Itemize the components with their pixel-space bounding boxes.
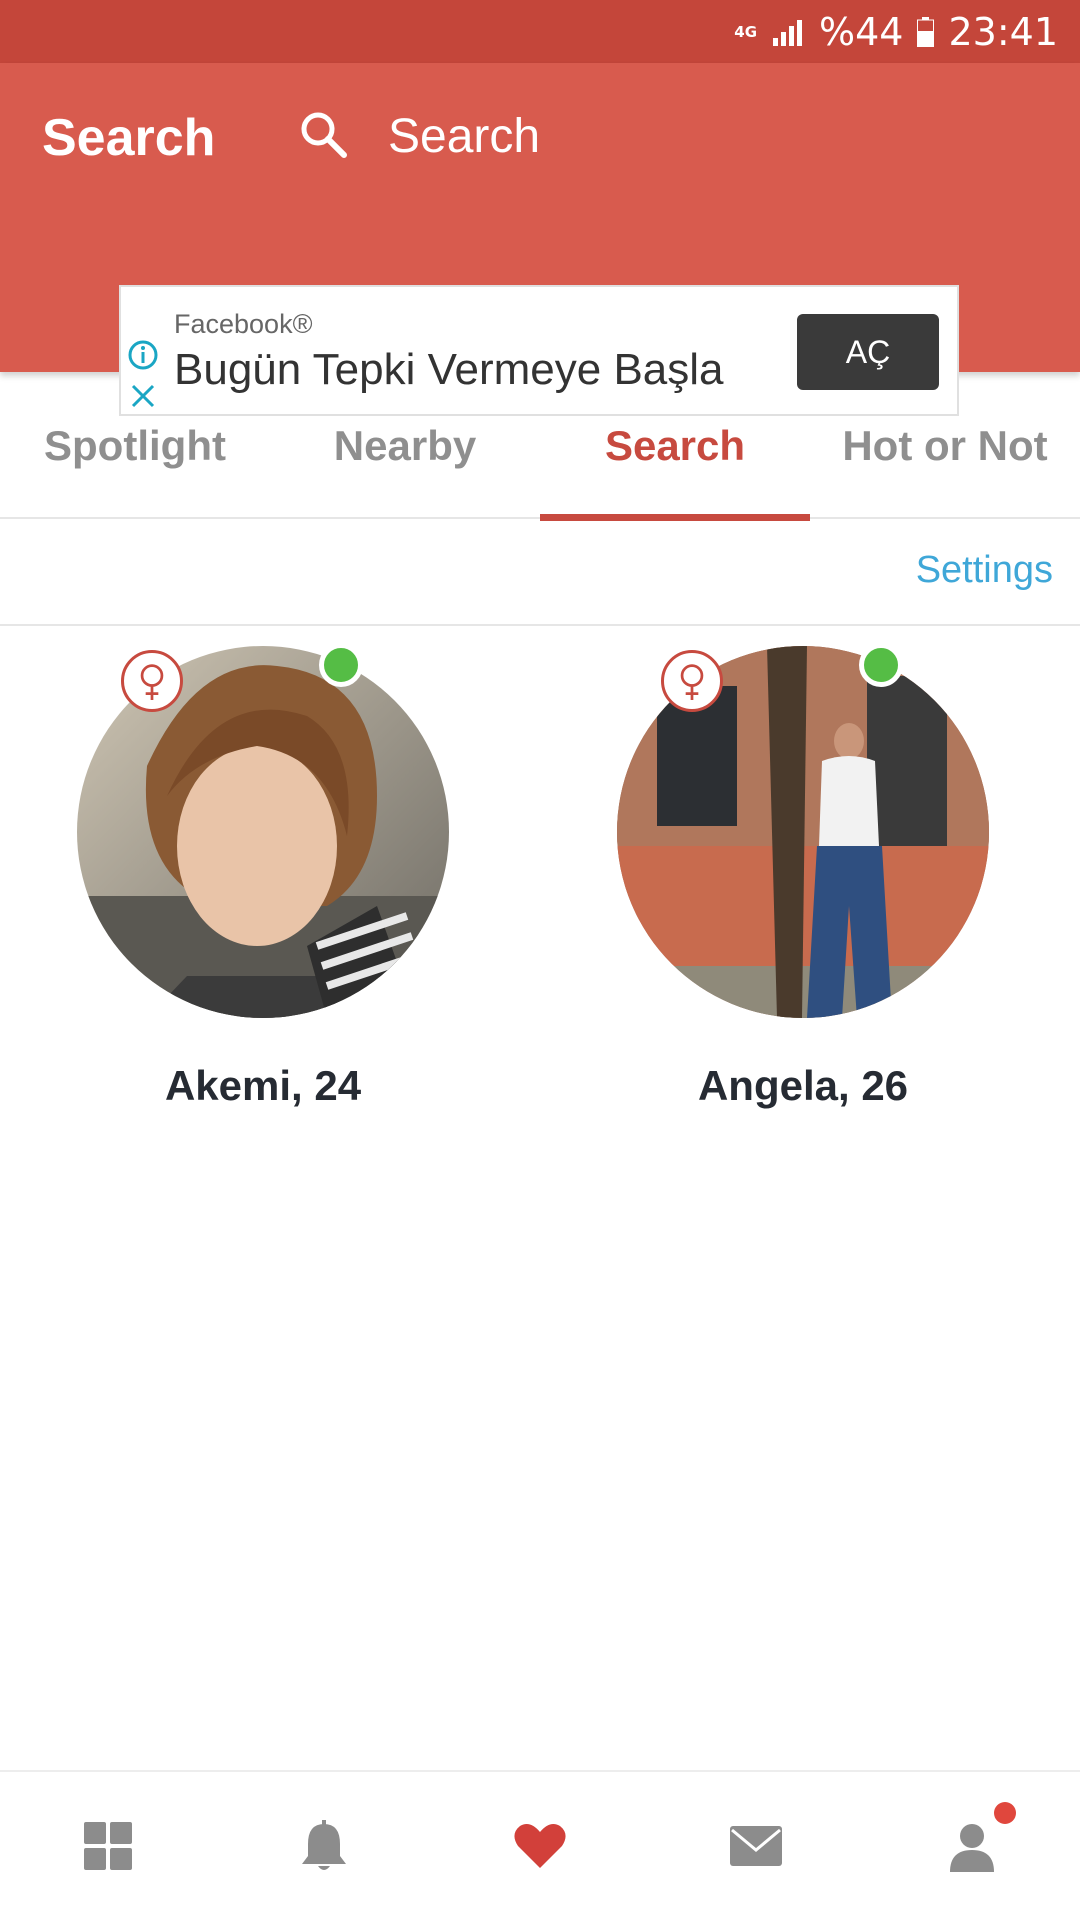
tab-search[interactable]: Search: [540, 372, 810, 521]
profile-name: Angela, 26: [697, 1062, 909, 1109]
heart-icon: [514, 1824, 566, 1868]
tab-hot-or-not[interactable]: Hot or Not: [810, 372, 1080, 519]
app-header: Search Facebook® Bugün Tepki Vermeye Baş…: [0, 63, 1080, 416]
nav-profile[interactable]: [864, 1772, 1080, 1920]
search-icon[interactable]: [297, 108, 351, 162]
mail-icon: [730, 1826, 782, 1866]
profile-icon: [950, 1824, 994, 1872]
info-icon[interactable]: [127, 339, 159, 371]
battery-icon: [917, 16, 935, 47]
nav-grid[interactable]: [0, 1772, 216, 1920]
bottom-nav: [0, 1770, 1080, 1920]
online-indicator: [319, 643, 363, 687]
tab-nearby[interactable]: Nearby: [270, 372, 540, 519]
nav-messages[interactable]: [648, 1772, 864, 1920]
settings-row: Settings: [0, 519, 1080, 626]
female-icon: [661, 650, 723, 712]
online-indicator: [859, 643, 903, 687]
status-bar: 4G %44 23:41: [0, 0, 1080, 63]
bell-icon: [302, 1820, 346, 1870]
tab-spotlight[interactable]: Spotlight: [0, 372, 270, 519]
notification-badge: [994, 1802, 1016, 1824]
profile-card[interactable]: Angela, 26: [593, 640, 1013, 1110]
female-icon: [121, 650, 183, 712]
page-title: Search: [42, 109, 216, 167]
nav-likes[interactable]: [432, 1772, 648, 1920]
battery-percent: %44: [819, 9, 904, 54]
profile-name: Akemi, 24: [164, 1062, 362, 1109]
network-indicator: 4G: [734, 22, 758, 41]
profile-card[interactable]: Akemi, 24: [53, 640, 473, 1110]
nav-notifications[interactable]: [216, 1772, 432, 1920]
tab-bar: Spotlight Nearby Search Hot or Not: [0, 372, 1080, 521]
search-input[interactable]: [386, 105, 990, 167]
signal-icon: [773, 19, 803, 46]
grid-icon: [84, 1822, 132, 1870]
ad-source: Facebook®: [174, 309, 313, 339]
settings-link[interactable]: Settings: [916, 549, 1053, 592]
clock: 23:41: [948, 9, 1058, 54]
